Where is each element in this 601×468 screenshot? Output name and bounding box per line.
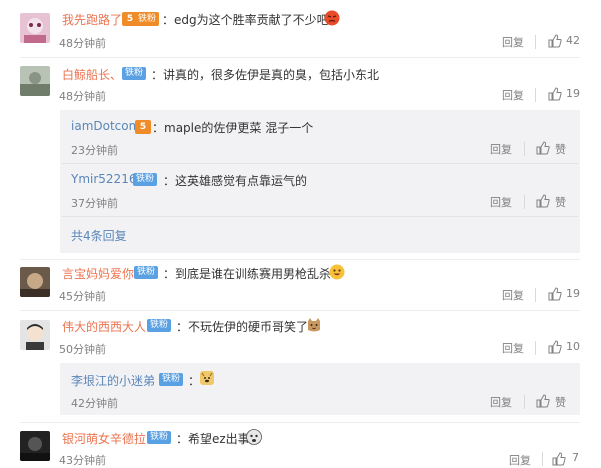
divider xyxy=(535,288,536,302)
like-label[interactable]: 赞 xyxy=(555,194,566,210)
avatar[interactable] xyxy=(20,13,50,43)
reply-text: ：这英雄感觉有点靠运气的 xyxy=(163,174,308,188)
view-more-replies-link[interactable]: 共4条回复 xyxy=(71,227,127,244)
vip-level: 5 xyxy=(126,14,134,24)
reply-username[interactable]: iamDotcom xyxy=(71,119,140,133)
scared-face-icon xyxy=(246,429,262,445)
like-count: 19 xyxy=(566,87,580,100)
thumbs-up-icon[interactable] xyxy=(548,87,562,101)
vip-fan-badge[interactable]: 5 铁粉 xyxy=(122,12,160,26)
comment-text: ：不玩佐伊的硬币哥笑了 xyxy=(176,320,309,334)
reply-time: 42分钟前 xyxy=(71,397,118,410)
like-count: 7 xyxy=(572,451,579,464)
divider xyxy=(524,395,525,409)
divider xyxy=(62,163,578,164)
reply-button[interactable]: 回复 xyxy=(502,340,524,356)
reply-time: 37分钟前 xyxy=(71,197,118,210)
avatar[interactable] xyxy=(20,431,50,461)
comment-username[interactable]: 白鲸船长、 xyxy=(62,66,122,83)
fan-badge[interactable]: 铁粉 xyxy=(133,173,158,186)
avatar[interactable] xyxy=(20,320,50,350)
like-label[interactable]: 赞 xyxy=(555,141,566,157)
fan-badge[interactable]: 铁粉 xyxy=(147,431,172,444)
comment-username[interactable]: 言宝妈妈爱你 xyxy=(62,265,134,282)
comment-username[interactable]: 伟大的西西大人 xyxy=(62,318,146,335)
comment-time: 43分钟前 xyxy=(59,454,106,467)
reply-button[interactable]: 回复 xyxy=(490,141,512,157)
thumbs-up-icon[interactable] xyxy=(548,34,562,48)
divider xyxy=(535,88,536,102)
divider xyxy=(20,422,580,423)
comment-text: ：希望ez出事 xyxy=(176,432,250,446)
like-count: 19 xyxy=(566,287,580,300)
doge-face-icon xyxy=(199,370,215,386)
fan-badge[interactable]: 铁粉 xyxy=(122,67,147,80)
reply-time: 23分钟前 xyxy=(71,144,118,157)
thumbs-up-icon[interactable] xyxy=(552,452,566,466)
divider xyxy=(20,259,580,260)
vip-fan-badge[interactable]: 5 xyxy=(135,120,151,134)
divider xyxy=(524,195,525,209)
reply-username[interactable]: Ymir52216 xyxy=(71,172,136,186)
divider xyxy=(542,452,543,466)
angry-face-icon xyxy=(324,10,340,26)
thumbs-up-icon[interactable] xyxy=(536,194,550,208)
reply-text: ：maple的佐伊更菜 混子一个 xyxy=(152,121,314,135)
divider xyxy=(524,142,525,156)
comment-time: 45分钟前 xyxy=(59,290,106,303)
comment-username[interactable]: 银河萌女辛德拉 xyxy=(62,430,146,447)
reply-button[interactable]: 回复 xyxy=(502,34,524,50)
reply-button[interactable]: 回复 xyxy=(509,452,531,468)
thumbs-up-icon[interactable] xyxy=(548,340,562,354)
comment-username[interactable]: 我先跑路了 xyxy=(62,11,122,28)
reply-username[interactable]: 李垠江的小迷弟 xyxy=(71,372,155,389)
divider xyxy=(535,341,536,355)
fan-badge[interactable]: 铁粉 xyxy=(134,266,159,279)
like-label[interactable]: 赞 xyxy=(555,394,566,410)
reply-button[interactable]: 回复 xyxy=(502,87,524,103)
comment-time: 48分钟前 xyxy=(59,37,106,50)
divider xyxy=(62,216,578,217)
thumbs-up-icon[interactable] xyxy=(536,141,550,155)
comment-text: ：到底是谁在训练赛用男枪乱杀 xyxy=(163,267,332,281)
thumbs-up-icon[interactable] xyxy=(548,287,562,301)
vip-level: 5 xyxy=(139,122,147,132)
fan-badge-label: 铁粉 xyxy=(138,14,157,24)
reply-button[interactable]: 回复 xyxy=(502,287,524,303)
reply-button[interactable]: 回复 xyxy=(490,394,512,410)
comment-text: ：讲真的，很多佐伊是真的臭，包括小东北 xyxy=(151,68,380,82)
comment-time: 50分钟前 xyxy=(59,343,106,356)
grin-face-icon xyxy=(329,264,345,280)
divider xyxy=(535,35,536,49)
comment-time: 48分钟前 xyxy=(59,90,106,103)
avatar[interactable] xyxy=(20,66,50,96)
avatar[interactable] xyxy=(20,267,50,297)
reply-button[interactable]: 回复 xyxy=(490,194,512,210)
cat-face-icon xyxy=(306,317,322,333)
fan-badge[interactable]: 铁粉 xyxy=(147,319,172,332)
divider xyxy=(20,310,580,311)
thumbs-up-icon[interactable] xyxy=(536,394,550,408)
fan-badge[interactable]: 铁粉 xyxy=(159,373,184,386)
like-count: 10 xyxy=(566,340,580,353)
like-count: 42 xyxy=(566,34,580,47)
divider xyxy=(20,57,580,58)
comment-text: ：edg为这个胜率贡献了不少吧 xyxy=(162,13,329,27)
